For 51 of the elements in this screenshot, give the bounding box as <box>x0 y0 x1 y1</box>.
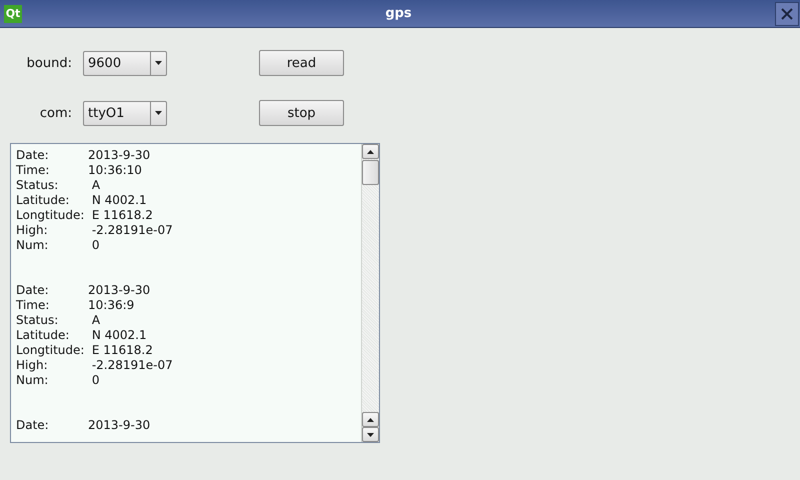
log-value: N 4002.1 <box>90 193 147 208</box>
log-label: Time: <box>16 163 50 178</box>
action-button[interactable]: stop <box>259 100 344 126</box>
log-label: Latitude: <box>16 328 70 343</box>
down-arrow-icon <box>367 432 374 436</box>
log-label: Date: <box>16 418 50 433</box>
scroll-thumb[interactable] <box>362 160 379 185</box>
log-label: Date: <box>16 148 50 163</box>
combo-box[interactable]: 9600 <box>83 50 167 76</box>
text-area[interactable] <box>10 143 380 443</box>
dropdown-arrow-icon <box>155 61 162 65</box>
log-value: -2.28191e-07 <box>90 223 173 238</box>
log-label: Longtitude: <box>16 343 86 358</box>
log-value: E 11618.2 <box>90 208 153 223</box>
log-value: 10:36:9 <box>88 298 134 313</box>
scrollbar[interactable] <box>361 144 379 442</box>
log-label: Date: <box>16 283 50 298</box>
up-arrow-icon <box>367 150 374 154</box>
scroll-down-button[interactable] <box>362 427 379 442</box>
log-value: 2013-9-30 <box>88 148 150 163</box>
scroll-up-button[interactable] <box>362 412 379 427</box>
window-title: gps <box>385 6 412 21</box>
log-value: 0 <box>90 373 100 388</box>
log-value: A <box>90 313 100 328</box>
log-value: E 11618.2 <box>90 343 153 358</box>
log-label: High: <box>16 223 49 238</box>
close-icon <box>780 8 793 20</box>
log-label: Status: <box>16 178 60 193</box>
combo-box[interactable]: ttyO1 <box>83 100 167 126</box>
log-label: Longtitude: <box>16 208 86 223</box>
dropdown-arrow-icon <box>155 111 162 115</box>
log-label: Status: <box>16 313 60 328</box>
field-label: bound: <box>26 56 73 70</box>
log-label: Time: <box>16 298 50 313</box>
log-value: A <box>90 178 100 193</box>
field-label: com: <box>38 106 73 120</box>
log-label: High: <box>16 358 49 373</box>
log-value: 0 <box>90 238 100 253</box>
log-value: -2.28191e-07 <box>90 358 173 373</box>
scroll-up-button[interactable] <box>362 144 379 159</box>
up-arrow-icon <box>367 418 374 422</box>
log-value: N 4002.1 <box>90 328 147 343</box>
app-logo: Qt <box>4 4 22 22</box>
log-label: Num: <box>16 373 50 388</box>
log-label: Num: <box>16 238 50 253</box>
log-value: 2013-9-30 <box>88 418 150 433</box>
log-value: 2013-9-30 <box>88 283 150 298</box>
log-value: 10:36:10 <box>88 163 142 178</box>
log-label: Latitude: <box>16 193 70 208</box>
action-button[interactable]: read <box>259 50 344 76</box>
close-button[interactable] <box>774 2 799 26</box>
